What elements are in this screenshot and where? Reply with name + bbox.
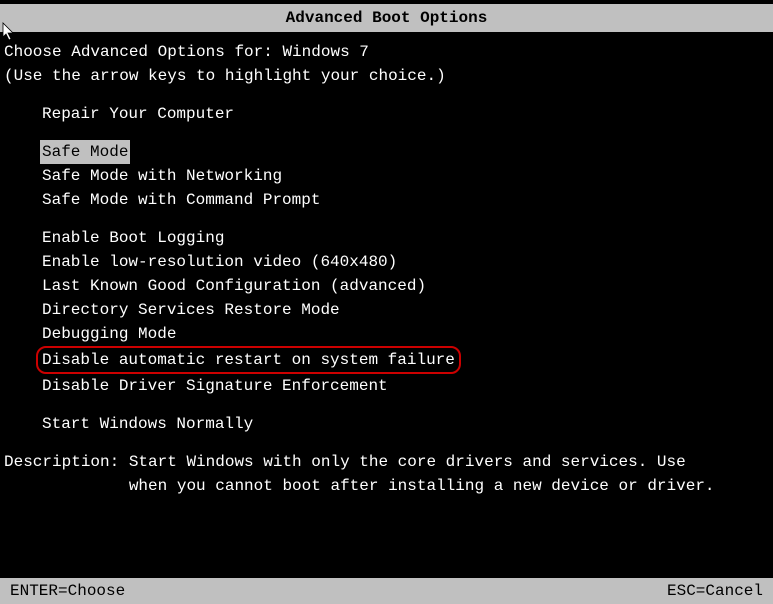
title-text: Advanced Boot Options: [286, 9, 488, 27]
content-area: Choose Advanced Options for: Windows 7 (…: [0, 32, 773, 498]
footer-esc: ESC=Cancel: [667, 579, 763, 603]
footer-bar: ENTER=Choose ESC=Cancel: [0, 578, 773, 604]
menu-item[interactable]: Safe Mode: [40, 140, 130, 164]
menu-item[interactable]: Last Known Good Configuration (advanced): [40, 274, 428, 298]
footer-enter: ENTER=Choose: [10, 579, 125, 603]
description-block: Description: Start Windows with only the…: [4, 450, 769, 498]
menu-group: Start Windows Normally: [40, 412, 769, 436]
menu-item[interactable]: Safe Mode with Command Prompt: [40, 188, 322, 212]
boot-menu[interactable]: Repair Your ComputerSafe ModeSafe Mode w…: [40, 102, 769, 436]
instruction-line: (Use the arrow keys to highlight your ch…: [4, 64, 769, 88]
menu-item[interactable]: Repair Your Computer: [40, 102, 236, 126]
title-bar: Advanced Boot Options: [0, 4, 773, 32]
menu-item[interactable]: Enable low-resolution video (640x480): [40, 250, 399, 274]
menu-item[interactable]: Disable automatic restart on system fail…: [36, 346, 461, 374]
menu-item[interactable]: Safe Mode with Networking: [40, 164, 284, 188]
menu-group: Safe ModeSafe Mode with NetworkingSafe M…: [40, 140, 769, 212]
description-label: Description:: [4, 453, 129, 471]
menu-item[interactable]: Disable Driver Signature Enforcement: [40, 374, 390, 398]
menu-group: Enable Boot LoggingEnable low-resolution…: [40, 226, 769, 398]
menu-item[interactable]: Start Windows Normally: [40, 412, 255, 436]
menu-item[interactable]: Enable Boot Logging: [40, 226, 226, 250]
menu-item[interactable]: Directory Services Restore Mode: [40, 298, 342, 322]
menu-item[interactable]: Debugging Mode: [40, 322, 178, 346]
prompt-line: Choose Advanced Options for: Windows 7: [4, 40, 769, 64]
menu-group: Repair Your Computer: [40, 102, 769, 126]
os-name: Windows 7: [282, 43, 368, 61]
